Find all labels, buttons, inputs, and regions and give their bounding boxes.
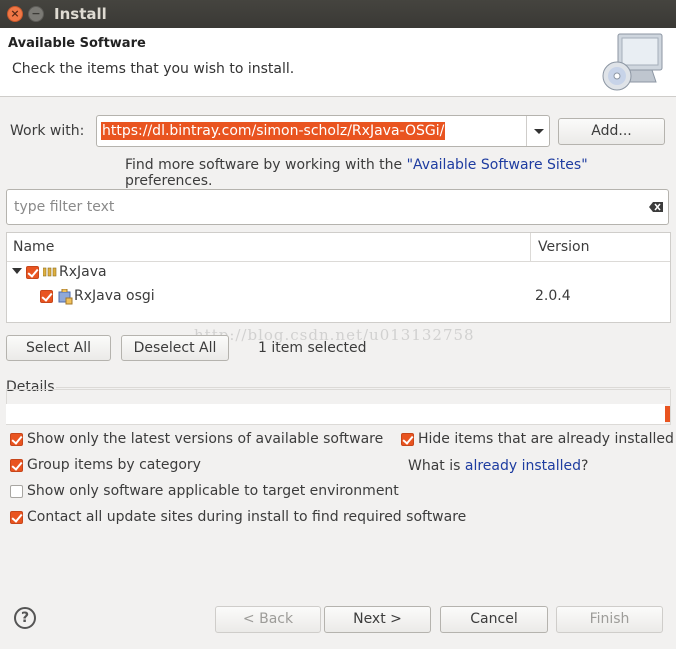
category-icon xyxy=(43,267,57,277)
title-bar: × − Install xyxy=(0,0,676,28)
hide-installed-label[interactable]: Hide items that are already installed xyxy=(418,431,674,447)
tree-header: Name Version xyxy=(7,233,670,262)
finish-button[interactable]: Finish xyxy=(556,606,663,633)
work-with-label: Work with: xyxy=(10,123,85,139)
work-with-url[interactable]: https://dl.bintray.com/simon-scholz/RxJa… xyxy=(101,122,446,140)
category-checkbox[interactable] xyxy=(26,266,39,279)
select-all-button[interactable]: Select All xyxy=(6,335,111,361)
details-text-area[interactable] xyxy=(6,404,665,424)
target-env-checkbox[interactable] xyxy=(10,485,23,498)
window-title: Install xyxy=(54,5,107,23)
target-env-label[interactable]: Show only software applicable to target … xyxy=(27,483,399,499)
what-is-suffix: ? xyxy=(581,458,589,474)
details-divider xyxy=(56,387,670,388)
page-title: Available Software xyxy=(8,36,146,51)
available-sites-link[interactable]: "Available Software Sites" xyxy=(407,157,588,173)
page-subtitle: Check the items that you wish to install… xyxy=(12,61,295,77)
group-by-category-label[interactable]: Group items by category xyxy=(27,457,201,473)
minimize-icon[interactable]: − xyxy=(28,6,44,22)
close-icon[interactable]: × xyxy=(7,6,23,22)
find-more-suffix: preferences. xyxy=(125,173,213,189)
contact-sites-label[interactable]: Contact all update sites during install … xyxy=(27,509,466,525)
details-scrollbar[interactable] xyxy=(665,406,670,422)
group-by-category-checkbox[interactable] xyxy=(10,459,23,472)
deselect-all-button[interactable]: Deselect All xyxy=(121,335,229,361)
latest-versions-label[interactable]: Show only the latest versions of availab… xyxy=(27,431,383,447)
wizard-header: Available Software Check the items that … xyxy=(0,28,676,97)
tree-item-rxjava[interactable]: RxJava xyxy=(59,264,107,280)
computer-cd-icon xyxy=(602,33,663,91)
selection-count: 1 item selected xyxy=(258,340,367,356)
column-version[interactable]: Version xyxy=(538,239,589,255)
feature-checkbox[interactable] xyxy=(40,290,53,303)
clear-filter-icon[interactable] xyxy=(649,202,663,212)
what-is-prefix: What is xyxy=(408,458,465,474)
filter-input[interactable]: type filter text xyxy=(6,189,669,225)
contact-sites-checkbox[interactable] xyxy=(10,511,23,524)
next-button[interactable]: Next > xyxy=(324,606,431,633)
software-tree[interactable]: Name Version RxJava RxJava osgi 2.0.4 xyxy=(6,232,671,323)
add-site-button[interactable]: Add... xyxy=(558,118,665,145)
what-is-installed-text: What is already installed? xyxy=(408,458,588,474)
help-icon[interactable]: ? xyxy=(14,607,36,629)
expand-triangle-icon[interactable] xyxy=(12,268,22,274)
feature-version: 2.0.4 xyxy=(535,288,571,304)
column-divider[interactable] xyxy=(530,233,531,261)
find-more-prefix: Find more software by working with the xyxy=(125,157,407,173)
hide-installed-checkbox[interactable] xyxy=(401,433,414,446)
work-with-combo[interactable]: https://dl.bintray.com/simon-scholz/RxJa… xyxy=(96,115,550,147)
cancel-button[interactable]: Cancel xyxy=(440,606,548,633)
back-button[interactable]: < Back xyxy=(215,606,321,633)
find-more-text: Find more software by working with the "… xyxy=(125,157,676,189)
filter-placeholder: type filter text xyxy=(14,199,115,215)
feature-plugin-icon xyxy=(58,289,73,305)
tree-item-rxjava-osgi[interactable]: RxJava osgi xyxy=(74,288,155,304)
latest-versions-checkbox[interactable] xyxy=(10,433,23,446)
column-name[interactable]: Name xyxy=(13,239,54,255)
already-installed-link[interactable]: already installed xyxy=(465,458,581,474)
chevron-down-icon[interactable] xyxy=(526,116,550,146)
